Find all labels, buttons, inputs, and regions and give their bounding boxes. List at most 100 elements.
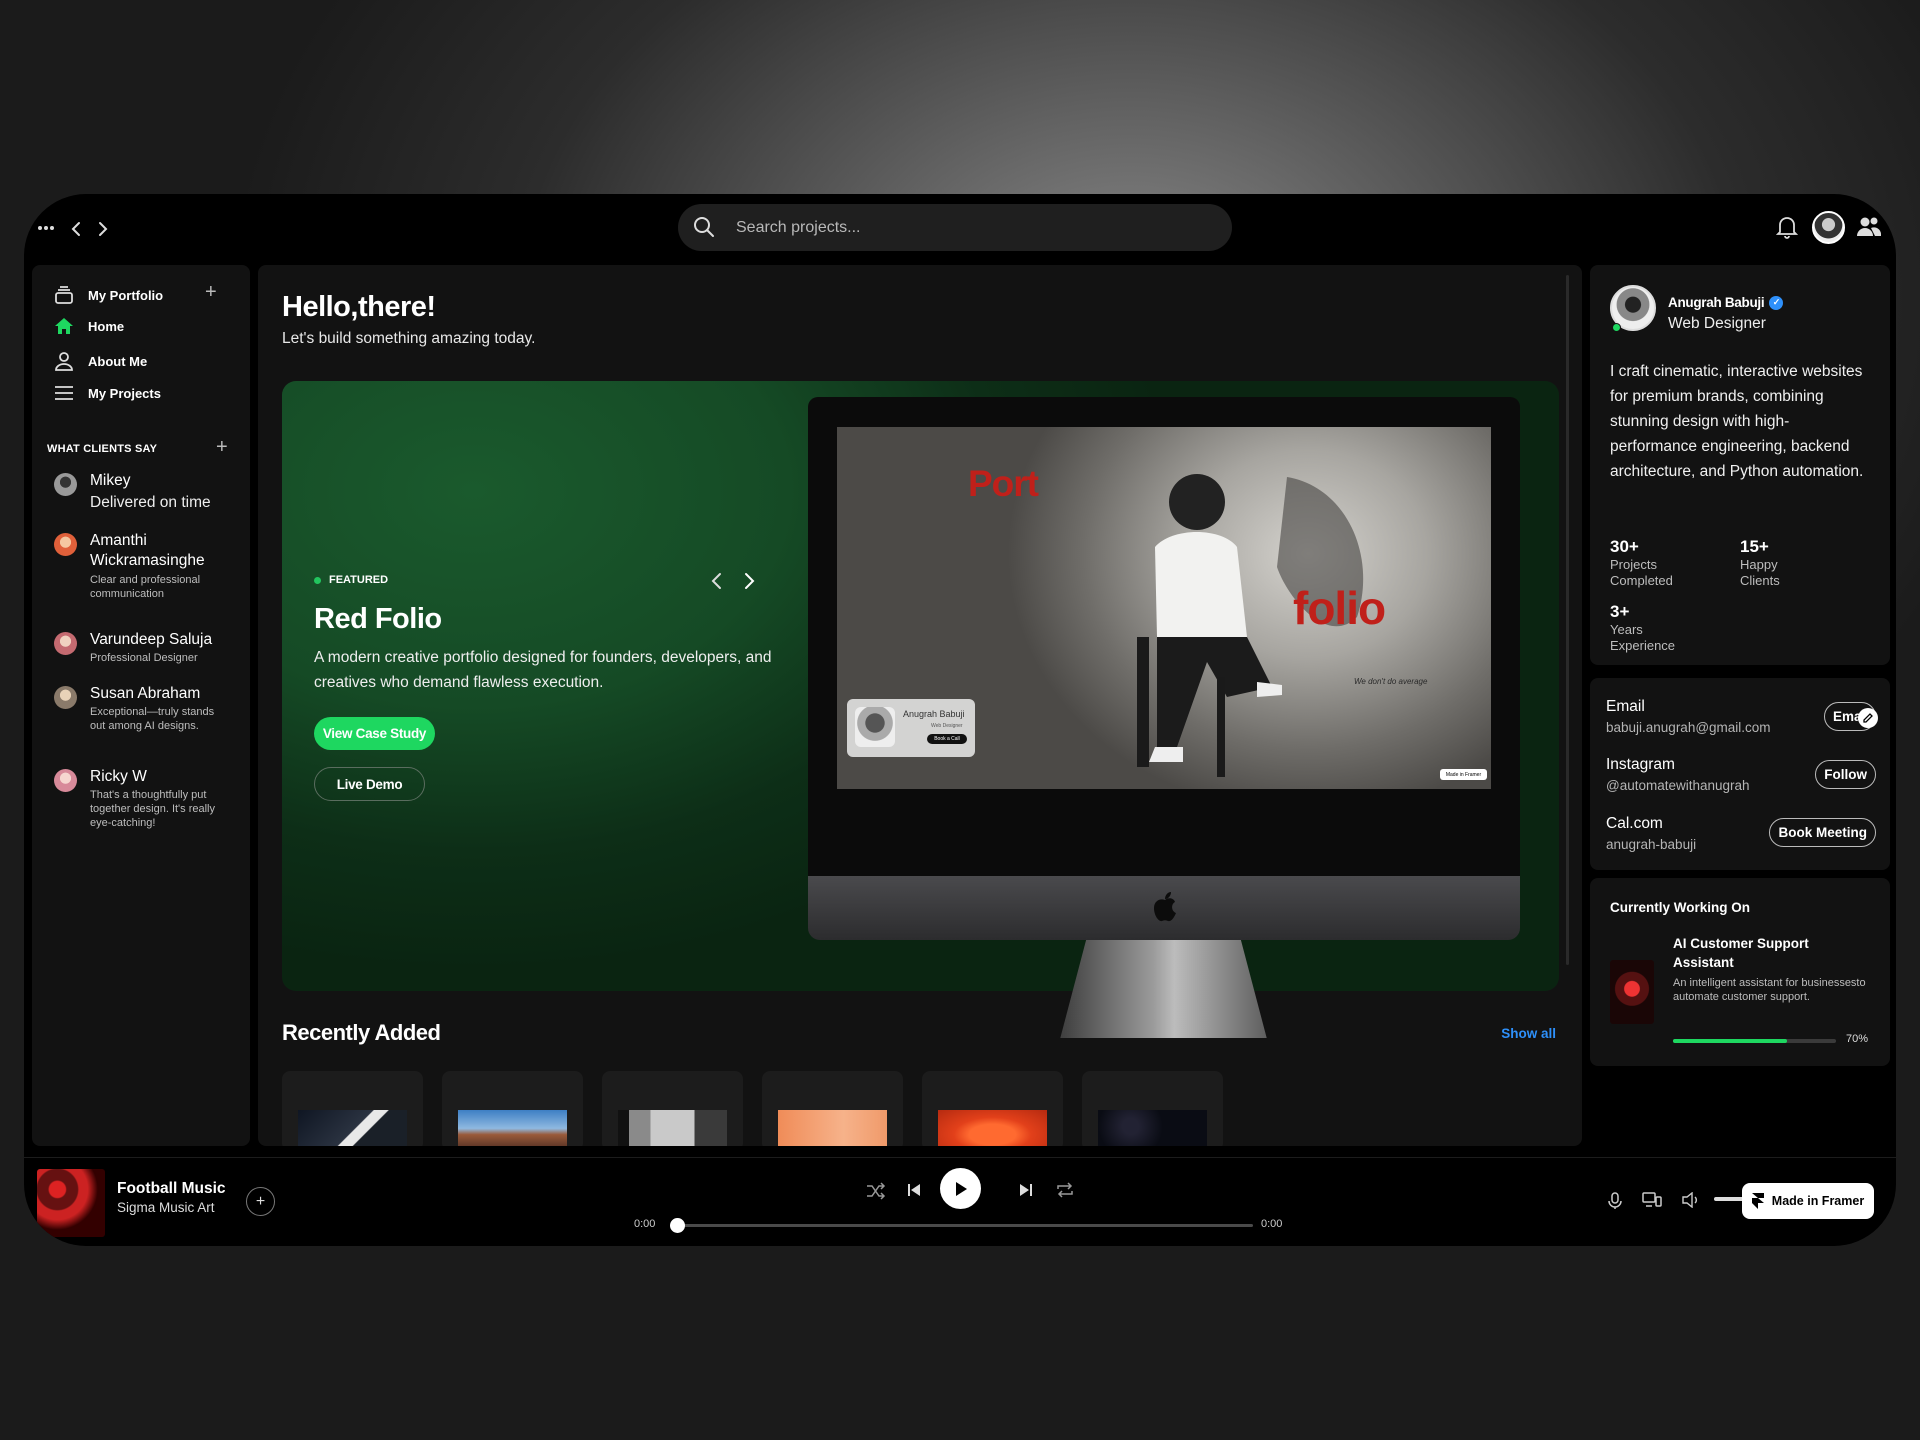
stat-value: 30+ xyxy=(1610,537,1639,556)
play-button[interactable] xyxy=(940,1168,981,1209)
add-client-icon[interactable]: + xyxy=(216,436,228,459)
contact-instagram: Instagram @automatewithanugrah xyxy=(1606,756,1750,793)
recent-thumb[interactable] xyxy=(1082,1071,1223,1146)
recent-thumb[interactable] xyxy=(602,1071,743,1146)
sidebar-item-projects[interactable]: My Projects xyxy=(54,385,161,401)
screen-word-port: Port xyxy=(968,463,1039,504)
screen-profile-card: Anugrah Babuji Web Designer Book a Call xyxy=(847,699,975,757)
view-case-study-button[interactable]: View Case Study xyxy=(314,717,435,750)
bell-icon[interactable] xyxy=(1776,215,1798,239)
screen-card-button: Book a Call xyxy=(927,734,967,744)
volume-slider[interactable] xyxy=(1714,1197,1744,1201)
profile-card: Anugrah Babuji ✓ Web Designer I craft ci… xyxy=(1590,265,1890,665)
progress-fill xyxy=(1673,1039,1788,1043)
page-subtitle: Let's build something amazing today. xyxy=(282,330,536,347)
sidebar-item-label: Home xyxy=(88,318,125,334)
seek-bar[interactable] xyxy=(677,1224,1253,1227)
screen-card-role: Web Designer xyxy=(931,723,963,729)
stat-label: Happy Clients xyxy=(1740,557,1780,588)
made-in-framer-badge[interactable]: Made in Framer xyxy=(1742,1183,1874,1219)
sidebar-library[interactable]: My Portfolio xyxy=(54,285,163,305)
contacts-card: Email babuji.anugrah@gmail.com Ema Insta… xyxy=(1590,678,1890,870)
more-options-icon[interactable] xyxy=(38,224,58,232)
project-name: AI Customer Support Assistant xyxy=(1673,936,1809,970)
stat-label: Projects Completed xyxy=(1610,557,1673,588)
screen-card-name: Anugrah Babuji xyxy=(903,709,965,719)
recent-thumb[interactable] xyxy=(922,1071,1063,1146)
microphone-icon[interactable] xyxy=(1608,1192,1622,1210)
track-artist[interactable]: Sigma Music Art xyxy=(117,1200,215,1215)
page-title: Hello,there! xyxy=(282,291,436,323)
client-avatar xyxy=(54,533,77,556)
recent-thumb[interactable] xyxy=(282,1071,423,1146)
framer-logo-icon xyxy=(1751,1193,1764,1209)
contact-value: @automatewithanugrah xyxy=(1606,778,1750,793)
recent-thumb[interactable] xyxy=(762,1071,903,1146)
sidebar: My Portfolio + Home About Me My Projects… xyxy=(32,265,250,1146)
sidebar-item-label: My Projects xyxy=(88,385,161,401)
show-all-link[interactable]: Show all xyxy=(1501,1026,1556,1041)
book-meeting-button[interactable]: Book Meeting xyxy=(1769,818,1876,847)
time-current: 0:00 xyxy=(634,1218,656,1230)
monitor-chin xyxy=(808,876,1520,940)
seek-knob[interactable] xyxy=(670,1218,685,1233)
sidebar-item-about[interactable]: About Me xyxy=(54,351,147,371)
back-arrow-icon[interactable] xyxy=(65,218,87,240)
project-description: An intelligent assistant for businessest… xyxy=(1673,977,1866,1003)
main-scrollbar[interactable] xyxy=(1566,275,1569,965)
forward-arrow-icon[interactable] xyxy=(92,218,114,240)
previous-track-icon[interactable] xyxy=(906,1182,922,1198)
stat-projects: 30+ Projects Completed xyxy=(1610,537,1700,589)
client-name: Ricky W xyxy=(90,768,147,785)
live-demo-button[interactable]: Live Demo xyxy=(314,767,425,801)
add-to-library-button[interactable]: + xyxy=(246,1187,275,1216)
library-icon xyxy=(55,286,73,304)
app-window: Search projects... My Portfolio + Home A… xyxy=(24,194,1896,1246)
recent-title: Recently Added xyxy=(282,1020,441,1045)
shuffle-icon[interactable] xyxy=(866,1182,886,1200)
connect-device-icon[interactable] xyxy=(1642,1192,1662,1208)
online-status-icon xyxy=(1612,323,1621,332)
track-title[interactable]: Football Music xyxy=(117,1180,226,1198)
repeat-icon[interactable] xyxy=(1056,1181,1074,1199)
monitor-stand xyxy=(1060,940,1267,1038)
profile-name-row: Anugrah Babuji ✓ xyxy=(1668,295,1784,310)
user-icon xyxy=(55,352,73,371)
profile-bio: I craft cinematic, interactive websites … xyxy=(1610,363,1864,480)
home-icon xyxy=(55,318,73,334)
project-cover xyxy=(1610,960,1654,1024)
search-icon xyxy=(694,217,714,237)
hero-prev-icon[interactable] xyxy=(708,571,726,591)
featured-tag: FEATURED xyxy=(314,574,388,586)
sidebar-item-home[interactable]: Home xyxy=(54,317,124,335)
friends-icon[interactable] xyxy=(1856,216,1882,238)
list-icon xyxy=(55,386,73,400)
user-avatar[interactable] xyxy=(1812,211,1845,244)
working-on-card: Currently Working On AI Customer Support… xyxy=(1590,878,1890,1066)
time-total: 0:00 xyxy=(1261,1218,1283,1230)
hero-next-icon[interactable] xyxy=(740,571,758,591)
featured-tag-label: FEATURED xyxy=(329,574,389,586)
profile-name: Anugrah Babuji xyxy=(1668,295,1765,310)
add-library-icon[interactable]: + xyxy=(205,281,217,304)
main-content: Hello,there! Let's build something amazi… xyxy=(258,265,1582,1146)
working-title: Currently Working On xyxy=(1610,900,1751,915)
recent-thumb[interactable] xyxy=(442,1071,583,1146)
search-bar[interactable]: Search projects... xyxy=(678,204,1232,251)
portfolio-screenshot: Port folio We don't do average Anugrah B… xyxy=(837,427,1491,789)
screen-framer-badge: Made in Framer xyxy=(1440,769,1487,780)
featured-description: A modern creative portfolio designed for… xyxy=(314,649,772,691)
progress-bar xyxy=(1673,1039,1836,1043)
edit-pencil-icon[interactable] xyxy=(1858,708,1878,728)
top-bar: Search projects... xyxy=(24,194,1896,264)
search-input[interactable]: Search projects... xyxy=(736,219,861,237)
stat-label: Years Experience xyxy=(1610,622,1676,653)
volume-icon[interactable] xyxy=(1682,1192,1700,1208)
player-bar: Football Music Sigma Music Art + 0:00 0:… xyxy=(24,1157,1896,1246)
client-quote: Exceptional—truly stands out among AI de… xyxy=(90,706,215,732)
screen-word-folio: folio xyxy=(1293,582,1386,634)
follow-button[interactable]: Follow xyxy=(1815,760,1876,789)
track-artwork[interactable] xyxy=(37,1169,105,1237)
next-track-icon[interactable] xyxy=(1018,1182,1034,1198)
stat-value: 3+ xyxy=(1610,602,1630,621)
